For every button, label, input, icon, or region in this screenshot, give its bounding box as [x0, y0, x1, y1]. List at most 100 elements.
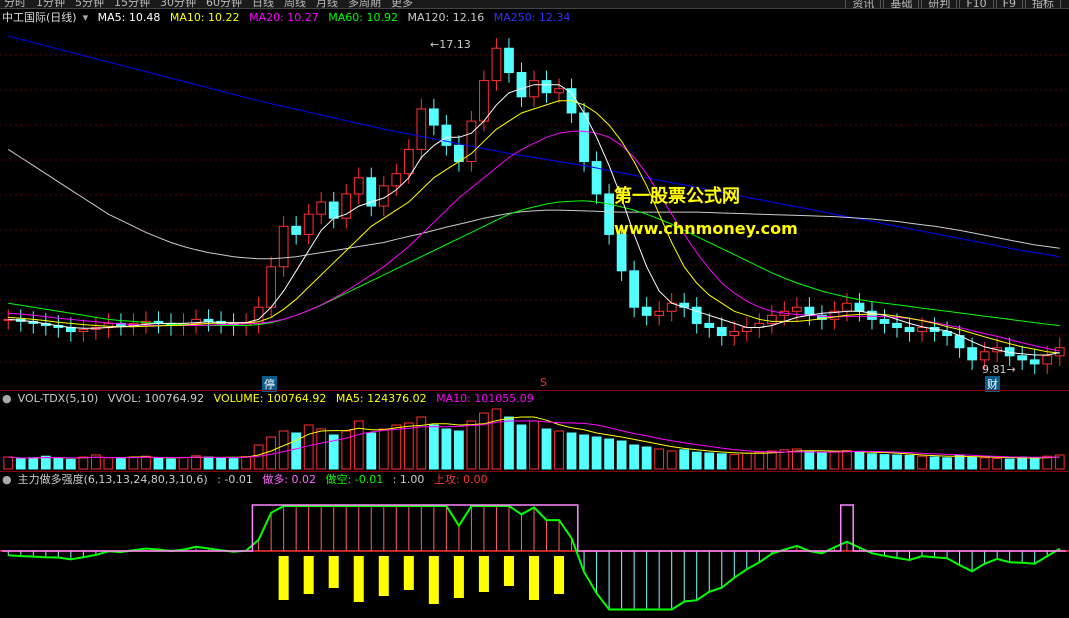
volume-bar — [829, 451, 840, 470]
volume-bar — [604, 438, 614, 470]
volume-readout: VOLUME: 100764.92 — [213, 392, 327, 405]
candle-body — [741, 326, 752, 333]
volume-bar — [166, 458, 176, 470]
watermark-url: www.chnmoney.com — [614, 219, 798, 238]
attack-bar — [378, 556, 389, 596]
volume-bar — [992, 458, 1003, 470]
candle-body — [316, 201, 327, 215]
attack-bar — [478, 556, 489, 592]
indicator-v1: : -0.01 — [217, 473, 253, 486]
watermark-title: 第一股票公式网 — [614, 186, 740, 207]
s-marker[interactable]: S — [538, 376, 549, 389]
candle-body — [278, 225, 289, 268]
candle-body — [979, 351, 990, 361]
volume-bar — [391, 424, 402, 470]
vol-ma10-readout: MA10: 101055.09 — [436, 392, 534, 405]
volume-bar — [278, 430, 289, 470]
candle-body — [904, 326, 915, 333]
candle-body — [416, 108, 427, 150]
candle-body — [554, 88, 564, 94]
volume-bar — [103, 457, 114, 470]
candle-body — [879, 318, 890, 324]
volume-bar — [366, 432, 377, 470]
volume-bar — [867, 453, 877, 470]
volume-bar — [241, 456, 251, 470]
candle-body — [854, 302, 865, 312]
ma250-readout: MA250: 12.34 — [493, 11, 571, 24]
candle-body — [479, 80, 489, 122]
volume-bar — [967, 456, 977, 470]
kline-chart[interactable] — [0, 0, 1069, 618]
candle-body — [641, 306, 652, 316]
volume-bar — [566, 432, 577, 470]
indicator-name[interactable]: 主力做多强度(6,13,13,24,80,3,10,6) — [18, 473, 208, 486]
candle-body — [291, 225, 302, 235]
candle-body — [303, 213, 314, 235]
candle-body — [616, 233, 627, 272]
volume-bar — [3, 456, 14, 470]
volume-bar — [1004, 458, 1015, 470]
ma120-line — [8, 148, 1060, 260]
volume-bar — [854, 450, 865, 470]
settings-dot-icon[interactable]: ● — [2, 392, 12, 405]
volume-bar — [28, 457, 39, 470]
volume-bar — [579, 434, 589, 470]
candle-body — [529, 80, 539, 98]
attack-bar — [453, 556, 464, 598]
volume-bar — [516, 424, 527, 470]
volume-bar — [541, 428, 552, 470]
attack-bar — [503, 556, 514, 586]
attack-bar — [328, 556, 339, 588]
candle-body — [428, 108, 439, 126]
volume-bar — [378, 428, 389, 470]
candle-body — [967, 347, 977, 361]
candle-body — [78, 329, 89, 333]
volume-bar — [1029, 457, 1040, 470]
volume-bar — [729, 454, 740, 470]
volume-bar — [591, 436, 602, 470]
volume-bar — [616, 440, 627, 470]
long-strength-readout: 做多: 0.02 — [262, 473, 317, 486]
candle-body — [629, 270, 640, 308]
candle-body — [1054, 347, 1065, 357]
candle-body — [654, 310, 665, 316]
volume-bar — [929, 456, 940, 470]
volume-bar — [116, 458, 126, 470]
volume-bar — [291, 432, 302, 470]
candle-body — [804, 306, 815, 316]
volume-bar — [479, 412, 489, 470]
volume-bar — [529, 420, 539, 470]
volume-bar — [942, 457, 952, 470]
candle-body — [766, 314, 777, 324]
stock-title[interactable]: 中工国际(日线) — [2, 11, 77, 24]
volume-bar — [741, 452, 752, 470]
volume-bar — [917, 455, 927, 470]
volume-bar — [40, 455, 51, 470]
candle-body — [516, 72, 527, 98]
candle-body — [403, 148, 414, 175]
vol-name[interactable]: VOL-TDX(5,10) — [18, 392, 99, 405]
candle-body — [391, 173, 402, 187]
attack-bar — [303, 556, 314, 594]
low-price-label: 9.81→ — [982, 363, 1016, 376]
ma5-readout: MA5: 10.48 — [97, 11, 161, 24]
candle-body — [704, 322, 715, 328]
volume-bar — [804, 450, 815, 470]
volume-bar — [879, 454, 890, 470]
candle-body — [917, 326, 927, 333]
ma20-line — [8, 130, 1060, 352]
high-price-label: ←17.13 — [430, 38, 471, 51]
volume-bar — [266, 436, 277, 470]
settings-dot-icon[interactable]: ● — [2, 473, 12, 486]
volume-bar — [491, 408, 502, 470]
candle-body — [541, 80, 552, 94]
volume-bar — [766, 450, 777, 470]
volume-bar — [428, 424, 439, 470]
chevron-down-icon[interactable]: ▾ — [83, 11, 89, 24]
candle-body — [203, 318, 214, 322]
volume-bar — [979, 457, 990, 470]
attack-bar — [353, 556, 364, 602]
attack-bar — [554, 556, 565, 594]
volume-bar — [153, 457, 164, 470]
volume-bar — [454, 430, 464, 470]
